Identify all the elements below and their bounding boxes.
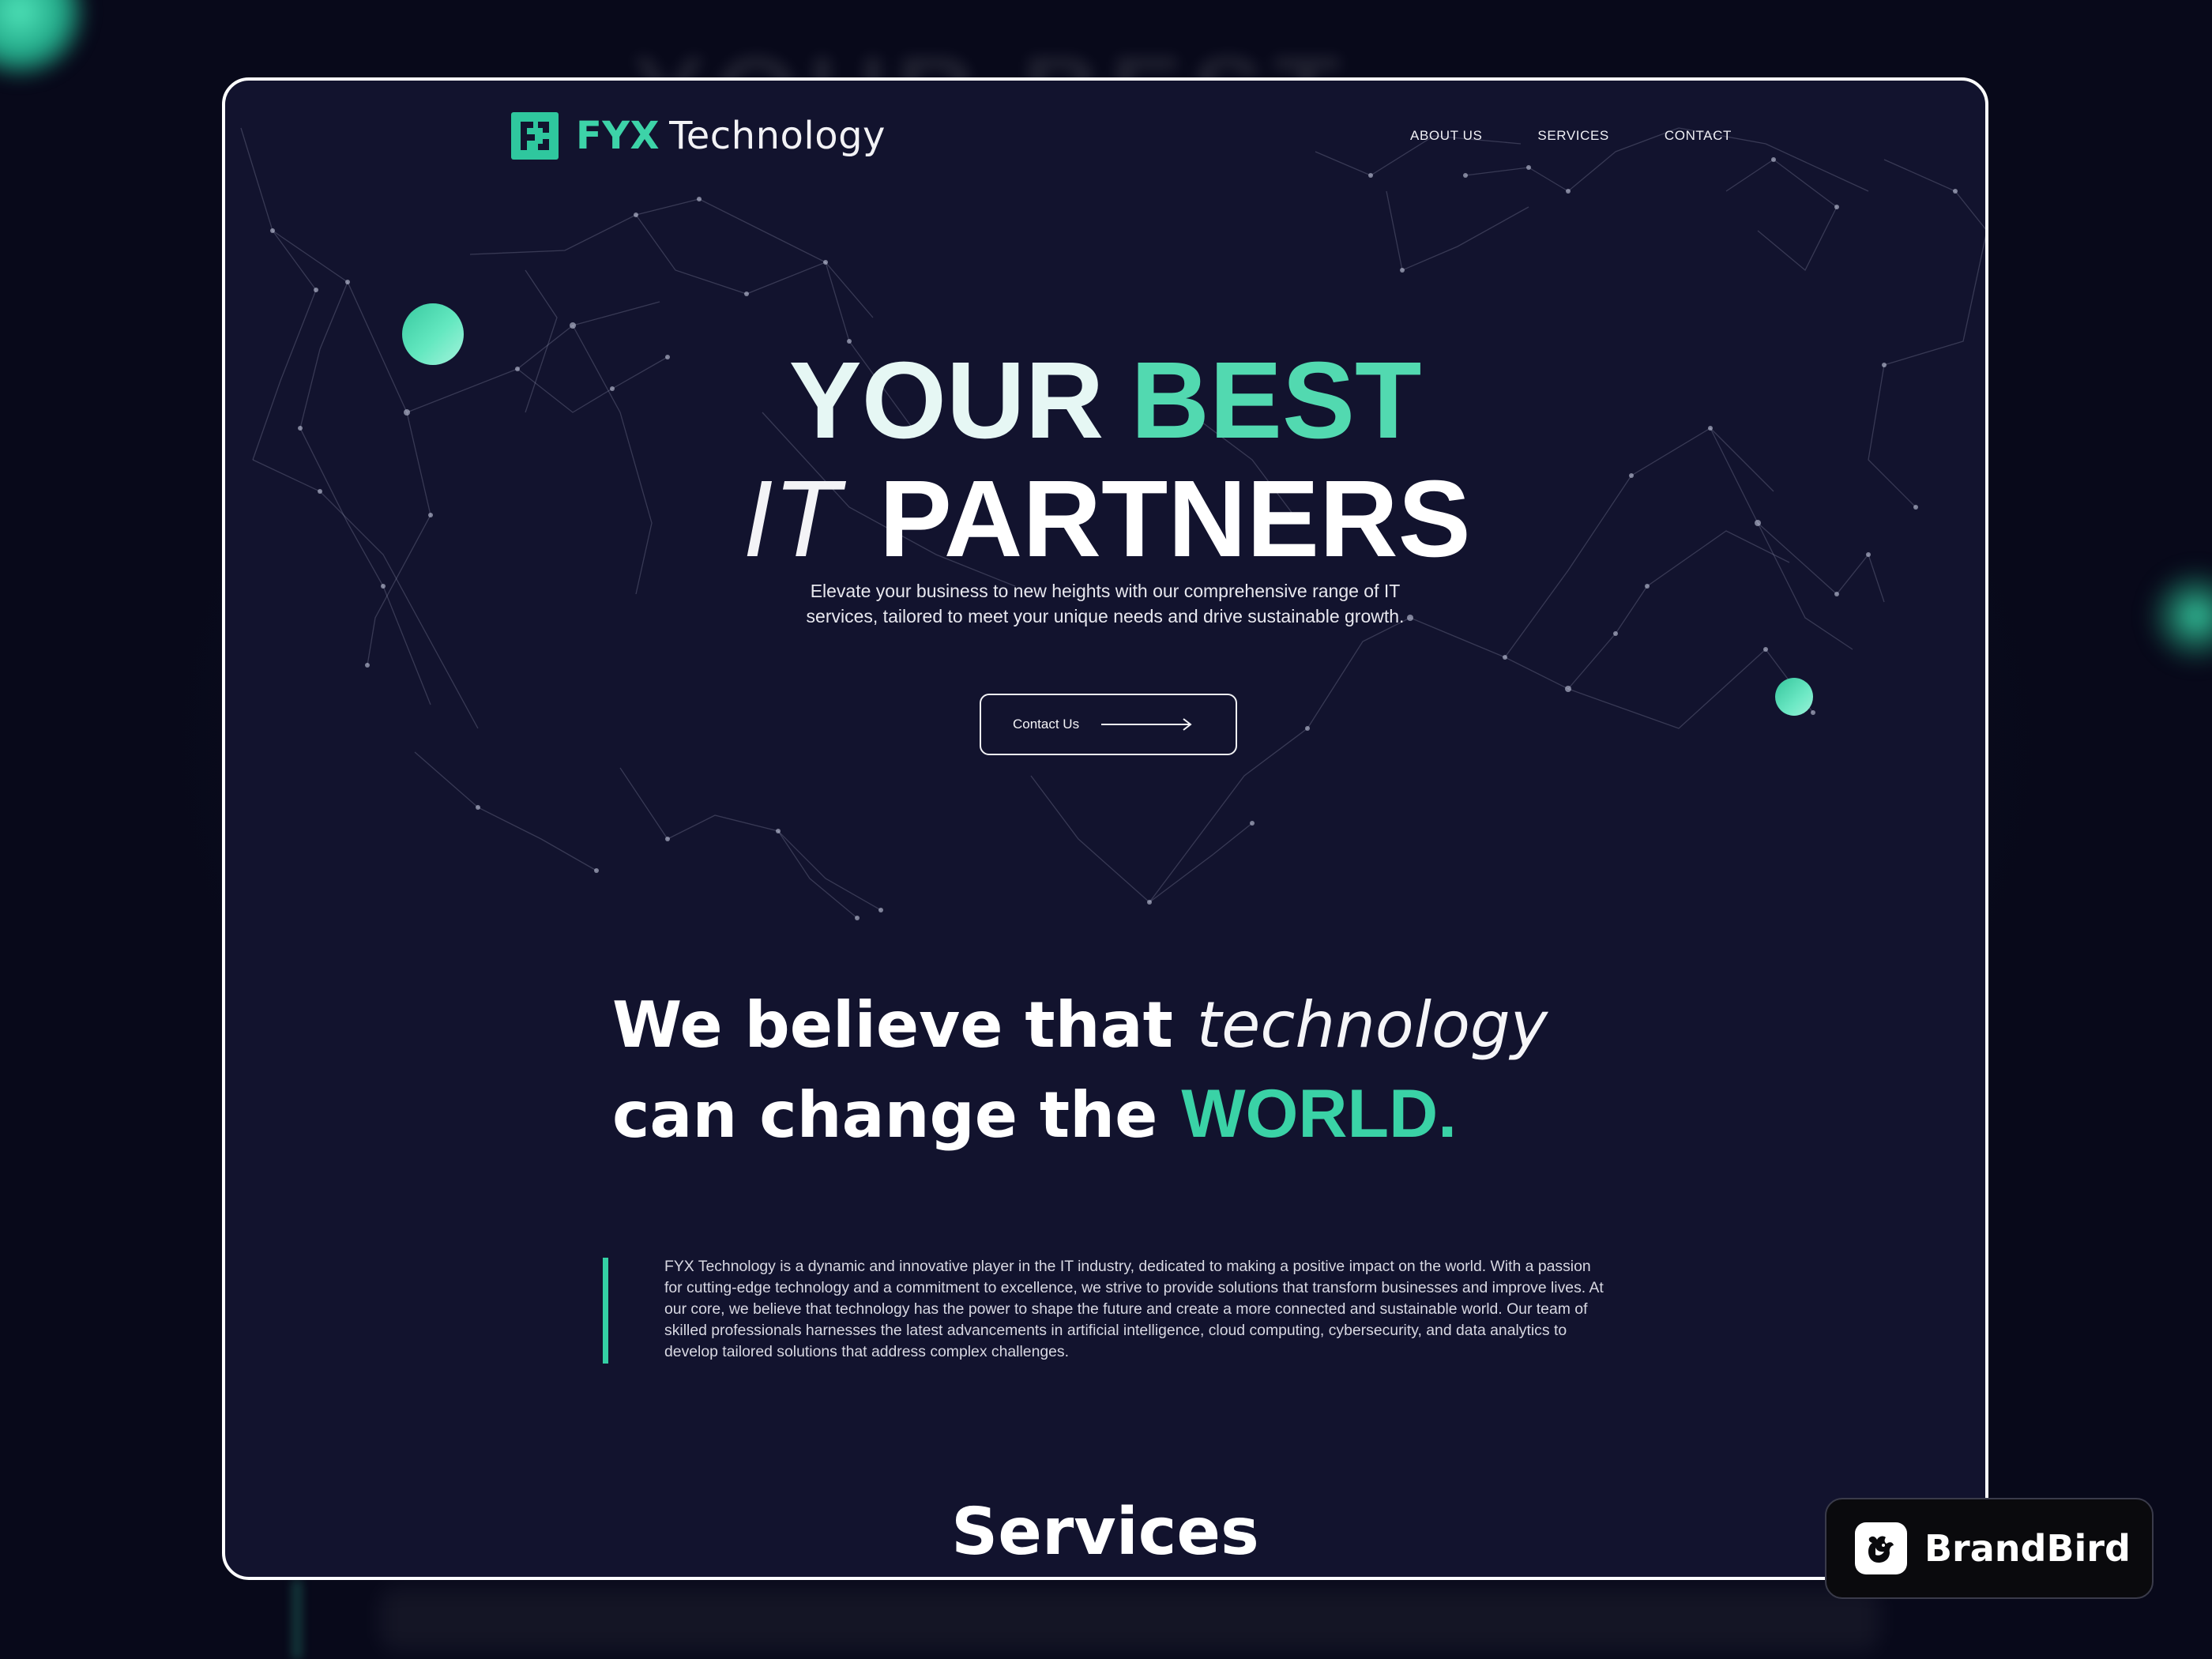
brandbird-label: BrandBird xyxy=(1924,1527,2131,1570)
website-frame: FYX Technology ABOUT US SERVICES CONTACT … xyxy=(222,77,1988,1580)
belief-word-technology: technology xyxy=(1196,988,1548,1062)
contact-us-label: Contact Us xyxy=(1013,717,1080,732)
services-heading: Services xyxy=(951,1495,1259,1570)
nav-link-contact[interactable]: CONTACT xyxy=(1665,128,1732,144)
fyx-logo-icon xyxy=(511,112,559,160)
backdrop-ghost-text xyxy=(379,1588,1880,1651)
about-accent-bar xyxy=(603,1258,608,1364)
main-nav: ABOUT US SERVICES CONTACT xyxy=(1410,128,1732,144)
brand-logo[interactable]: FYX Technology xyxy=(511,112,886,160)
backdrop-ghost-accent xyxy=(292,1580,302,1659)
belief-statement: We believe that technology can change the W… xyxy=(612,981,1548,1160)
hero-word-your: YOUR xyxy=(788,340,1104,461)
nav-link-services[interactable]: SERVICES xyxy=(1537,128,1608,144)
decorative-teal-orb-small xyxy=(1775,678,1813,716)
brandbird-logo-icon xyxy=(1855,1522,1907,1574)
belief-line-2-start: can change the xyxy=(612,1078,1158,1152)
hero-word-partners: PARTNERS xyxy=(878,458,1471,580)
contact-us-button[interactable]: Contact Us xyxy=(980,694,1237,755)
nav-link-about-us[interactable]: ABOUT US xyxy=(1410,128,1482,144)
hero-subtitle-line-2: services, tailored to meet your unique n… xyxy=(806,606,1405,626)
hero-subtitle: Elevate your business to new heights wit… xyxy=(710,578,1500,629)
belief-word-world: WORLD. xyxy=(1181,1076,1458,1152)
belief-line-1-start: We believe that xyxy=(612,988,1173,1062)
arrow-right-icon xyxy=(1101,718,1192,731)
brand-name-accent: FYX xyxy=(576,114,660,158)
brandbird-badge: BrandBird xyxy=(1825,1498,2154,1599)
hero-word-it: IT xyxy=(743,458,840,580)
hero-title-line-1: YOUR BEST xyxy=(225,341,1985,460)
hero-title-line-2: IT PARTNERS xyxy=(225,458,1985,580)
brand-name-rest: Technology xyxy=(669,114,886,158)
hero-subtitle-line-1: Elevate your business to new heights wit… xyxy=(810,581,1401,601)
brand-wordmark: FYX Technology xyxy=(576,114,886,158)
about-paragraph: FYX Technology is a dynamic and innovati… xyxy=(664,1258,1604,1360)
hero-word-best: BEST xyxy=(1130,340,1422,461)
